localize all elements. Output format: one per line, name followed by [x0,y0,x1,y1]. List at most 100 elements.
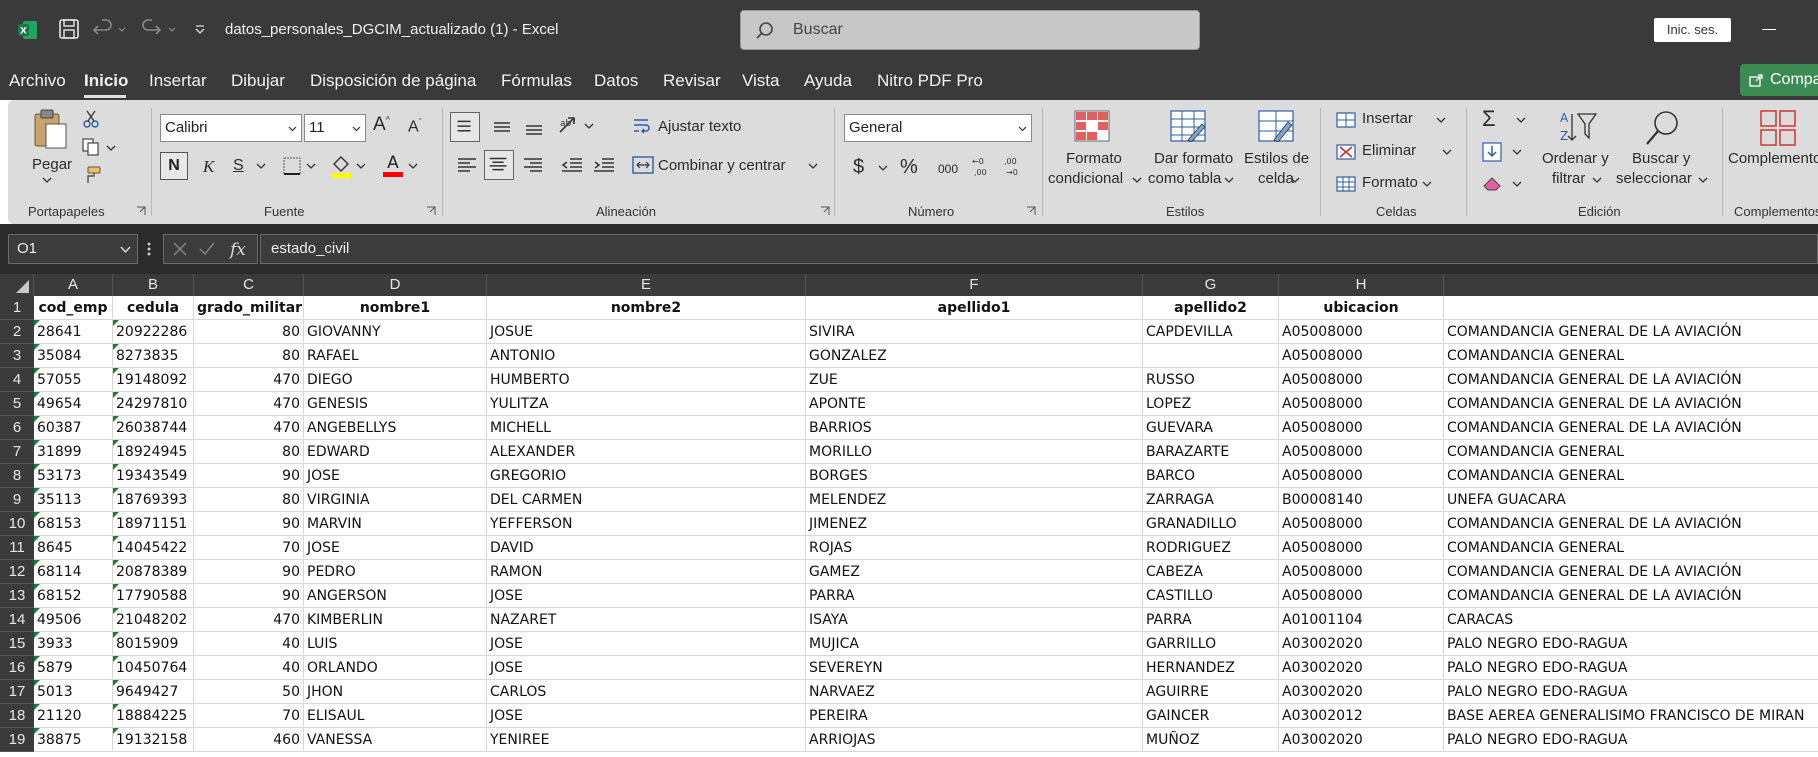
table-cell[interactable]: 20922286 [113,320,194,344]
row-header[interactable]: 12 [0,560,34,584]
undo-icon[interactable] [92,18,114,40]
alignment-launcher-icon[interactable] [820,206,830,216]
column-header-c[interactable]: C [194,274,304,296]
table-cell[interactable]: COMANDANCIA GENERAL DE LA AVIACIÓN [1444,512,1818,536]
tab-inicio[interactable]: Inicio [84,71,128,91]
table-cell[interactable]: ANTONIO [487,344,806,368]
table-cell[interactable]: 90 [194,584,304,608]
addins-label[interactable]: Complementos [1728,150,1818,167]
clipboard-launcher-icon[interactable] [136,206,146,216]
table-cell[interactable]: 80 [194,488,304,512]
table-cell[interactable]: ELISAUL [304,704,487,728]
table-cell[interactable]: 14045422 [113,536,194,560]
autosum-dropdown-icon[interactable] [1516,116,1526,124]
table-cell[interactable]: 10450764 [113,656,194,680]
sort-dropdown-icon[interactable] [1592,176,1602,184]
table-cell[interactable]: 53173 [34,464,113,488]
column-header[interactable] [1444,274,1818,296]
row-header[interactable]: 8 [0,464,34,488]
header-cell[interactable]: apellido2 [1143,296,1279,320]
table-cell[interactable]: 19132158 [113,728,194,752]
currency-button[interactable]: $ [853,156,864,179]
table-cell[interactable]: JOSE [487,704,806,728]
table-cell[interactable]: A05008000 [1279,440,1444,464]
table-cell[interactable]: MARVIN [304,512,487,536]
formula-input[interactable]: estado_civil [260,234,1818,264]
tab-vista[interactable]: Vista [742,71,780,91]
insert-dropdown-icon[interactable] [1436,116,1446,124]
conditional-format-icon[interactable] [1074,110,1110,142]
row-header[interactable]: 18 [0,704,34,728]
wrap-text-icon[interactable] [632,116,652,136]
undo-dropdown-icon[interactable] [117,18,127,40]
name-box[interactable]: O1 [8,234,138,264]
insert-function-icon[interactable]: fx [228,238,252,260]
row-header[interactable]: 11 [0,536,34,560]
table-cell[interactable]: 19343549 [113,464,194,488]
table-cell[interactable]: ARRIOJAS [806,728,1143,752]
table-cell[interactable]: 80 [194,440,304,464]
row-header[interactable]: 1 [0,296,34,320]
table-cell[interactable]: 26038744 [113,416,194,440]
table-cell[interactable]: CABEZA [1143,560,1279,584]
table-cell[interactable]: NARVAEZ [806,680,1143,704]
sort-filter-label-2[interactable]: filtrar [1552,170,1585,187]
row-header[interactable]: 10 [0,512,34,536]
table-cell[interactable]: SIVIRA [806,320,1143,344]
paste-dropdown-icon[interactable] [42,176,52,184]
table-cell[interactable]: 38875 [34,728,113,752]
merge-center-label[interactable]: Combinar y centrar [658,157,786,174]
tab-archivo[interactable]: Archivo [9,71,66,91]
column-header-g[interactable]: G [1143,274,1279,296]
more-options-icon[interactable] [146,241,152,257]
paste-icon[interactable] [32,108,68,150]
autosum-icon[interactable]: Σ [1482,106,1496,132]
table-cell[interactable]: JOSE [304,536,487,560]
copy-icon[interactable] [82,138,102,156]
delete-dropdown-icon[interactable] [1442,148,1452,156]
decrease-decimal-icon[interactable]: ,00→0 [1002,154,1026,178]
increase-font-icon[interactable]: A^ [373,114,390,136]
table-cell[interactable]: 470 [194,416,304,440]
table-cell[interactable]: 68114 [34,560,113,584]
table-cell[interactable]: GRANADILLO [1143,512,1279,536]
format-table-label-1[interactable]: Dar formato [1154,150,1233,167]
borders-icon[interactable] [282,156,302,176]
table-cell[interactable]: B00008140 [1279,488,1444,512]
tab-ayuda[interactable]: Ayuda [804,71,852,91]
table-cell[interactable]: ALEXANDER [487,440,806,464]
table-cell[interactable]: VANESSA [304,728,487,752]
table-cell[interactable]: RAFAEL [304,344,487,368]
table-cell[interactable]: 90 [194,512,304,536]
table-cell[interactable]: COMANDANCIA GENERAL [1444,344,1818,368]
table-cell[interactable]: PALO NEGRO EDO-RAGUA [1444,728,1818,752]
table-cell[interactable]: BARCO [1143,464,1279,488]
table-cell[interactable]: RODRIGUEZ [1143,536,1279,560]
table-cell[interactable]: 60387 [34,416,113,440]
table-cell[interactable]: GONZALEZ [806,344,1143,368]
table-cell[interactable]: COMANDANCIA GENERAL DE LA AVIACIÓN [1444,368,1818,392]
table-cell[interactable]: 70 [194,536,304,560]
tab-insertar[interactable]: Insertar [149,71,207,91]
table-cell[interactable]: 19148092 [113,368,194,392]
table-cell[interactable]: 40 [194,632,304,656]
clear-dropdown-icon[interactable] [1512,180,1522,188]
table-cell[interactable]: 3933 [34,632,113,656]
table-cell[interactable]: MELENDEZ [806,488,1143,512]
table-cell[interactable]: 5879 [34,656,113,680]
format-painter-icon[interactable] [82,166,102,184]
merge-dropdown-icon[interactable] [808,162,818,170]
table-cell[interactable]: YEFFERSON [487,512,806,536]
table-cell[interactable]: ZUE [806,368,1143,392]
table-cell[interactable]: LUIS [304,632,487,656]
table-cell[interactable]: LOPEZ [1143,392,1279,416]
font-name-dropdown[interactable]: Calibri [160,114,302,142]
row-header[interactable]: 14 [0,608,34,632]
sort-filter-icon[interactable]: A Z [1558,108,1598,146]
save-icon[interactable] [58,18,80,40]
table-cell[interactable]: BARAZARTE [1143,440,1279,464]
table-cell[interactable]: 57055 [34,368,113,392]
row-header[interactable]: 15 [0,632,34,656]
row-header[interactable]: 5 [0,392,34,416]
wrap-text-label[interactable]: Ajustar texto [658,118,741,135]
